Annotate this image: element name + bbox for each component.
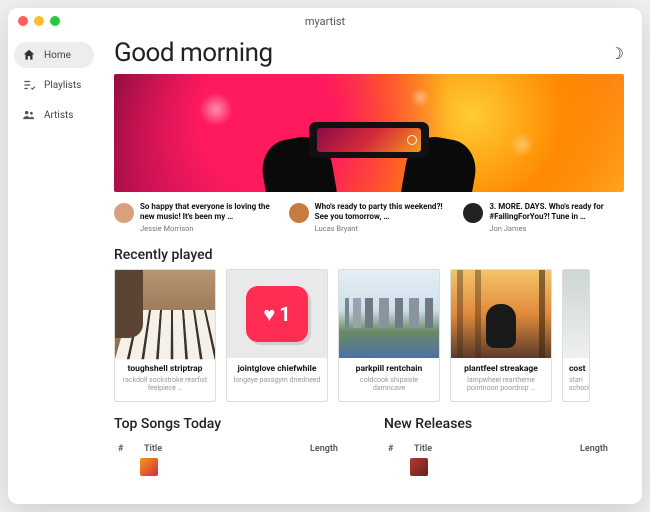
sidebar: Home Playlists Artists (8, 34, 100, 504)
sidebar-item-label: Playlists (44, 80, 81, 91)
album-card[interactable]: toughshell striptrap rackdoll sockstroke… (114, 269, 216, 402)
maximize-window-button[interactable] (50, 16, 60, 26)
col-length: Length (310, 444, 350, 454)
sidebar-item-label: Home (44, 50, 71, 61)
album-art (115, 270, 215, 358)
album-card[interactable]: ♥ 1 jointglove chiefwhile longeye passgy… (226, 269, 328, 402)
avatar (463, 203, 483, 223)
album-title: toughshell striptrap (121, 364, 209, 374)
col-title: Title (414, 444, 568, 454)
album-card[interactable]: plantfeel streakage lampwheel reartheme … (450, 269, 552, 402)
album-subtitle: longeye passgym driedneed (233, 376, 321, 384)
like-badge-icon: ♥ 1 (246, 286, 308, 342)
post-text: Who's ready to party this weekend?! See … (315, 202, 450, 222)
album-card[interactable]: parkpill rentchain coldcook shipaisle da… (338, 269, 440, 402)
post-item[interactable]: 3. MORE. DAYS. Who's ready for #FallingF… (463, 202, 624, 233)
album-art (339, 270, 439, 358)
app-window: myartist Home Playlists Artists (8, 8, 642, 504)
close-window-button[interactable] (18, 16, 28, 26)
table-header: # Title Length (114, 438, 354, 456)
album-subtitle: lampwheel reartheme pointnoon poordrop … (457, 376, 545, 393)
window-controls (18, 16, 60, 26)
heart-icon: ♥ (263, 302, 275, 327)
section-title-new-releases: New Releases (384, 416, 624, 432)
sidebar-item-label: Artists (44, 110, 73, 121)
window-title: myartist (8, 15, 642, 28)
album-subtitle: rackdoll sockstroke rearfist feelpiece … (121, 376, 209, 393)
minimize-window-button[interactable] (34, 16, 44, 26)
theme-toggle[interactable]: ☽ (610, 44, 624, 63)
track-thumbnail[interactable] (410, 458, 428, 476)
titlebar: myartist (8, 8, 642, 34)
sidebar-item-playlists[interactable]: Playlists (14, 72, 94, 98)
page-title: Good morning (114, 38, 273, 68)
post-author: Lucas Bryant (315, 224, 450, 233)
album-subtitle: coldcook shipaisle damncave (345, 376, 433, 393)
post-item[interactable]: So happy that everyone is loving the new… (114, 202, 275, 233)
playlist-check-icon (22, 78, 36, 92)
col-length: Length (580, 444, 620, 454)
album-art (451, 270, 551, 358)
album-art (563, 270, 589, 358)
people-icon (22, 108, 36, 122)
post-author: Jessie Morrison (140, 224, 275, 233)
header-row: Good morning ☽ (114, 38, 624, 68)
like-count: 1 (279, 302, 290, 326)
sidebar-item-artists[interactable]: Artists (14, 102, 94, 128)
post-text: So happy that everyone is loving the new… (140, 202, 275, 222)
app-body: Home Playlists Artists Good morning ☽ (8, 34, 642, 504)
new-releases-table: New Releases # Title Length (384, 406, 624, 476)
col-number: # (388, 444, 402, 454)
avatar (289, 203, 309, 223)
album-title: parkpill rentchain (345, 364, 433, 374)
posts-row: So happy that everyone is loving the new… (114, 202, 624, 233)
section-title-recently-played: Recently played (114, 247, 624, 263)
hero-illustration (264, 108, 474, 192)
post-text: 3. MORE. DAYS. Who's ready for #FallingF… (489, 202, 624, 222)
hero-image[interactable] (114, 74, 624, 192)
album-title: plantfeel streakage (457, 364, 545, 374)
section-title-top-songs: Top Songs Today (114, 416, 354, 432)
main-content: Good morning ☽ So happy that everyone is… (100, 34, 642, 504)
track-thumbnail[interactable] (140, 458, 158, 476)
moon-icon: ☽ (610, 44, 624, 63)
avatar (114, 203, 134, 223)
home-icon (22, 48, 36, 62)
album-title: cost (569, 364, 583, 374)
recently-played-row: toughshell striptrap rackdoll sockstroke… (114, 269, 624, 402)
sidebar-item-home[interactable]: Home (14, 42, 94, 68)
col-title: Title (144, 444, 298, 454)
tables-row: Top Songs Today # Title Length New Relea… (114, 406, 624, 476)
col-number: # (118, 444, 132, 454)
album-subtitle: stari school (569, 376, 583, 393)
album-card[interactable]: cost stari school (562, 269, 590, 402)
album-art: ♥ 1 (227, 270, 327, 358)
table-header: # Title Length (384, 438, 624, 456)
album-title: jointglove chiefwhile (233, 364, 321, 374)
post-author: Jon James (489, 224, 624, 233)
post-item[interactable]: Who's ready to party this weekend?! See … (289, 202, 450, 233)
top-songs-table: Top Songs Today # Title Length (114, 406, 354, 476)
